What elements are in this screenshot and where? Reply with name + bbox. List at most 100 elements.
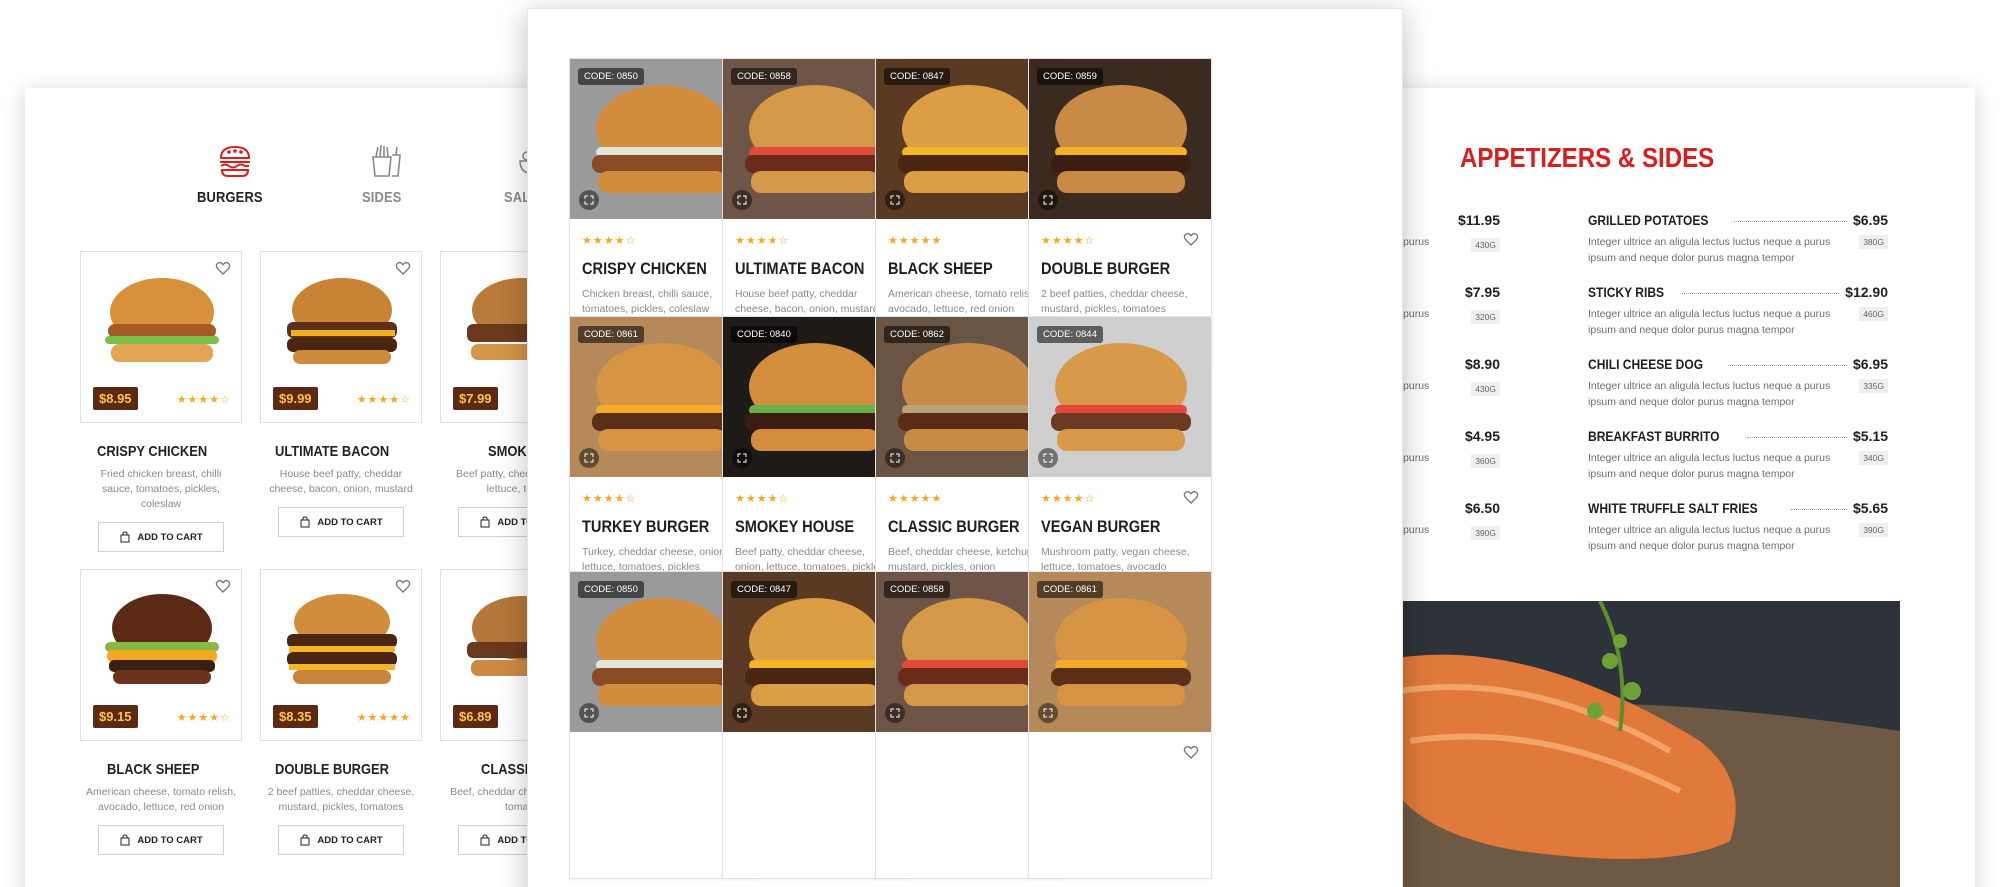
- add-to-cart-label: ADD TO CART: [137, 531, 203, 543]
- menu-item[interactable]: BREAKFAST BURRITO $5.15 Integer ultrice a…: [1588, 428, 1888, 482]
- zoom-button[interactable]: [885, 448, 905, 468]
- product-card[interactable]: CODE: 0861: [1028, 571, 1212, 879]
- product-desc: 2 beef patties, cheddar cheese, mustard,…: [1041, 288, 1188, 315]
- tab-burgers-label: BURGERS: [196, 189, 263, 206]
- menu-card-image-box: $9.99 ★★★★☆: [260, 251, 422, 423]
- product-name: TURKEY BURGER: [582, 517, 710, 536]
- weight-badge: 430G: [1471, 382, 1500, 396]
- product-code-badge: CODE: 0847: [731, 581, 797, 598]
- expand-icon: [890, 195, 900, 205]
- product-photo[interactable]: CODE: 0844: [1029, 317, 1211, 477]
- tab-sides[interactable]: SIDES: [335, 141, 435, 206]
- appetizers-menu-page: APPETIZERS & SIDES $11.95 ctus neque a p…: [1370, 88, 1975, 887]
- menu-card-desc: House beef patty, cheddar cheese, bacon,…: [269, 468, 413, 495]
- expand-icon: [890, 453, 900, 463]
- zoom-button[interactable]: [1038, 448, 1058, 468]
- product-code-badge: CODE: 0861: [1037, 581, 1103, 598]
- zoom-button[interactable]: [885, 703, 905, 723]
- tab-burgers[interactable]: BURGERS: [185, 141, 285, 206]
- product-code-badge: CODE: 0862: [884, 326, 950, 343]
- product-name: VEGAN BURGER: [1041, 517, 1161, 536]
- burger-photo: [287, 594, 397, 684]
- menu-card[interactable]: $8.95 ★★★★☆ CRISPY CHICKEN Fried chicken…: [80, 251, 242, 552]
- add-to-cart-button[interactable]: ADD TO CART: [98, 825, 224, 855]
- zoom-button[interactable]: [579, 448, 599, 468]
- menu-item-desc: Integer ultrice an aligula lectus luctus…: [1588, 452, 1831, 480]
- product-code-badge: CODE: 0859: [1037, 68, 1103, 85]
- zoom-button[interactable]: [1038, 703, 1058, 723]
- heart-icon[interactable]: [1183, 231, 1199, 247]
- menu-card-name: BLACK SHEEP: [107, 761, 200, 778]
- menu-card-desc: 2 beef patties, cheddar cheese, mustard,…: [267, 786, 415, 813]
- expand-icon: [737, 708, 747, 718]
- weight-badge: 380G: [1859, 235, 1888, 249]
- burger-icon: [219, 145, 251, 177]
- rating-stars: ★★★★☆: [176, 394, 231, 406]
- menu-item[interactable]: CHILI CHEESE DOG $6.95 Integer ultrice an…: [1588, 356, 1888, 410]
- product-name: SMOKEY HOUSE: [735, 517, 855, 536]
- add-to-cart-button[interactable]: ADD TO CART: [278, 825, 404, 855]
- zoom-button[interactable]: [885, 190, 905, 210]
- heart-icon[interactable]: [1183, 489, 1199, 505]
- price-badge: $9.99: [273, 387, 318, 410]
- menu-item-price: $8.90: [1464, 356, 1500, 372]
- burger-photo: [105, 594, 219, 684]
- shopping-bag-icon: [480, 516, 490, 528]
- fries-icon: [372, 144, 401, 177]
- weight-badge: 360G: [1471, 454, 1500, 468]
- product-name: DOUBLE BURGER: [1041, 259, 1171, 278]
- rating-stars: ★★★★☆: [176, 712, 231, 724]
- section-title: APPETIZERS & SIDES: [1460, 142, 1715, 173]
- menu-card-name: DOUBLE BURGER: [274, 761, 389, 778]
- rating-stars: ★★★★★: [356, 712, 411, 724]
- price-badge: $8.95: [93, 387, 138, 410]
- showcase-stage: BURGERS SIDES SALADS: [0, 0, 2000, 887]
- menu-card[interactable]: $9.15 ★★★★☆ BLACK SHEEP American cheese,…: [80, 569, 242, 855]
- heart-icon[interactable]: [1183, 744, 1199, 760]
- price-badge: $6.89: [453, 705, 498, 728]
- menu-item[interactable]: STICKY RIBS $12.90 Integer ultrice an ali…: [1588, 284, 1888, 338]
- add-to-cart-label: ADD TO CART: [317, 516, 383, 528]
- menu-item-price: $6.95: [1852, 212, 1888, 228]
- add-to-cart-button[interactable]: ADD TO CART: [278, 507, 404, 537]
- product-photo[interactable]: CODE: 0861: [1029, 572, 1211, 732]
- menu-item-desc: Integer ultrice an aligula lectus luctus…: [1588, 524, 1831, 552]
- menu-item-name: WHITE TRUFFLE SALT FRIES: [1588, 500, 1758, 516]
- add-to-cart-button[interactable]: ADD TO CART: [98, 522, 224, 552]
- menu-item-price: $6.50: [1464, 500, 1500, 516]
- product-code-badge: CODE: 0861: [578, 326, 644, 343]
- menu-card[interactable]: $9.99 ★★★★☆ ULTIMATE BACON House beef pa…: [260, 251, 422, 537]
- rating-stars: ★★★★☆: [356, 394, 411, 406]
- product-desc: [1041, 800, 1199, 832]
- rating-stars: ★★★★☆: [582, 235, 637, 247]
- zoom-button[interactable]: [732, 448, 752, 468]
- product-code-badge: CODE: 0858: [884, 581, 950, 598]
- weight-badge: 340G: [1859, 451, 1888, 465]
- price-badge: $8.35: [273, 705, 318, 728]
- menu-item-desc: Integer ultrice an aligula lectus luctus…: [1588, 380, 1831, 408]
- burger-photo: [105, 278, 219, 362]
- rating-stars: ★★★★★: [888, 493, 943, 505]
- category-tabs: BURGERS SIDES SALADS: [185, 141, 585, 206]
- menu-item[interactable]: GRILLED POTATOES $6.95 Integer ultrice an…: [1588, 212, 1888, 266]
- zoom-button[interactable]: [579, 190, 599, 210]
- product-code-badge: CODE: 0844: [1037, 326, 1103, 343]
- zoom-button[interactable]: [579, 703, 599, 723]
- zoom-button[interactable]: [732, 190, 752, 210]
- product-desc: [582, 800, 740, 832]
- zoom-button[interactable]: [1038, 190, 1058, 210]
- menu-card-desc: Fried chicken breast, chilli sauce, toma…: [100, 468, 222, 510]
- zoom-button[interactable]: [732, 703, 752, 723]
- menu-item-name: CHILI CHEESE DOG: [1588, 356, 1704, 372]
- menu-card[interactable]: $8.35 ★★★★★ DOUBLE BURGER 2 beef patties…: [260, 569, 422, 855]
- rating-stars: ★★★★☆: [1041, 235, 1096, 247]
- product-code-badge: CODE: 0858: [731, 68, 797, 85]
- menu-card-image-box: $8.95 ★★★★☆: [80, 251, 242, 423]
- weight-badge: 460G: [1859, 307, 1888, 321]
- menu-item[interactable]: WHITE TRUFFLE SALT FRIES $5.65 Integer ul…: [1588, 500, 1888, 554]
- product-code-badge: CODE: 0847: [884, 68, 950, 85]
- shopping-bag-icon: [120, 531, 130, 543]
- menu-item-price: $5.15: [1852, 428, 1888, 444]
- menu-item-price: $11.95: [1457, 212, 1500, 228]
- product-photo[interactable]: CODE: 0859: [1029, 59, 1211, 219]
